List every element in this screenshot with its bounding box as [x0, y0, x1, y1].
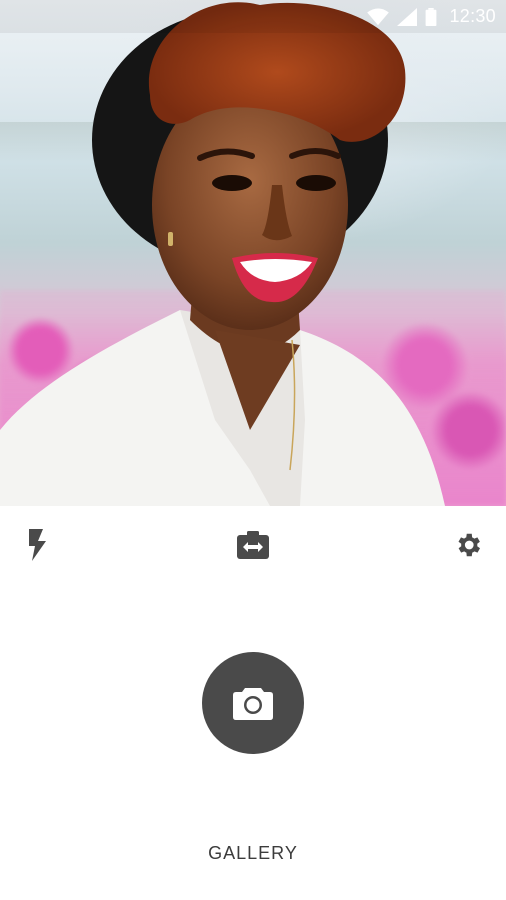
flash-icon — [29, 529, 46, 561]
signal-icon — [397, 7, 418, 26]
status-time: 12:30 — [449, 6, 496, 26]
camera-controls-bar — [0, 506, 506, 582]
settings-button[interactable] — [450, 527, 486, 563]
settings-icon — [458, 533, 480, 557]
portrait-subject — [0, 2, 445, 506]
gallery-button[interactable]: GALLERY — [153, 838, 353, 868]
wifi-icon — [367, 7, 390, 25]
camera-viewfinder: 12:30 — [0, 0, 506, 506]
shutter-button[interactable] — [202, 652, 304, 754]
status-bar: 12:30 — [0, 0, 506, 33]
camera-icon — [233, 688, 273, 720]
flash-toggle-button[interactable] — [20, 527, 56, 563]
battery-icon — [426, 7, 437, 26]
switch-camera-button[interactable] — [235, 527, 271, 563]
switch-camera-icon — [237, 531, 269, 559]
